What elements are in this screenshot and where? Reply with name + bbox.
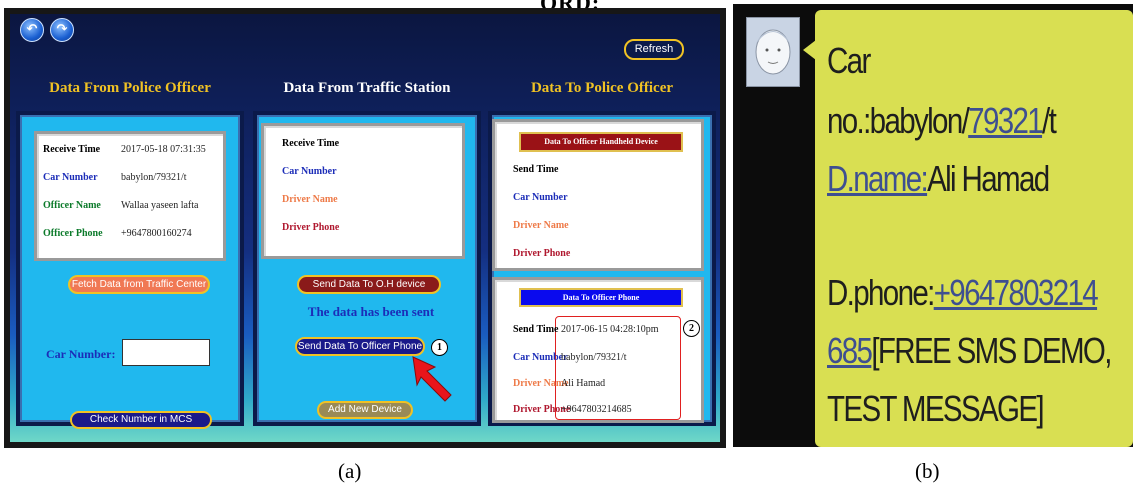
column-title-to-officer: Data To Police Officer bbox=[530, 80, 674, 96]
caption-b: (b) bbox=[915, 459, 940, 483]
officer-phone-header: Data To Officer Phone bbox=[519, 288, 683, 307]
car-number-label: Car Number: bbox=[46, 347, 116, 361]
sms-line-5: 685[FREE SMS DEMO, bbox=[827, 330, 1112, 372]
label-car-number: Car Number bbox=[513, 192, 568, 203]
traffic-station-column: Receive Time Car Number Driver Name Driv… bbox=[253, 111, 481, 426]
label-driver-name: Driver Name bbox=[282, 194, 338, 205]
value-car-number: babylon/79321/t bbox=[121, 172, 187, 183]
sms-link-phone-end[interactable]: 685 bbox=[827, 330, 873, 371]
sms-line-2: no.:babylon/79321/t bbox=[827, 100, 1057, 142]
value-car-number: babylon/79321/t bbox=[561, 352, 627, 363]
check-number-button[interactable]: Check Number in MCS bbox=[70, 411, 212, 429]
contact-avatar-icon bbox=[746, 17, 800, 87]
value-officer-phone: +9647800160274 bbox=[121, 228, 192, 239]
traffic-app-window: ↶ ↷ Refresh Data From Police Officer Dat… bbox=[10, 14, 720, 442]
sms-line-1: Car bbox=[827, 40, 871, 82]
value-driver-phone: +9647803214685 bbox=[561, 404, 632, 415]
label-car-number: Car Number bbox=[43, 172, 98, 183]
sms-text: /t bbox=[1042, 100, 1057, 141]
officer-phone-box: Data To Officer Phone 2 Send Time 2017-0… bbox=[492, 277, 704, 423]
label-car-number: Car Number bbox=[282, 166, 337, 177]
label-receive-time: Receive Time bbox=[282, 138, 340, 149]
column-title-station: Data From Traffic Station bbox=[283, 80, 451, 96]
sms-text: no.:babylon/ bbox=[827, 100, 970, 141]
panel-b-sms-screenshot: Car no.:babylon/79321/t D.name:Ali Hamad… bbox=[733, 4, 1133, 447]
handheld-box: Data To Officer Handheld Device Send Tim… bbox=[492, 119, 704, 271]
step-marker-1: 1 bbox=[431, 339, 448, 356]
label-driver-phone: Driver Phone bbox=[513, 248, 571, 259]
step-marker-2: 2 bbox=[683, 320, 700, 337]
caption-a: (a) bbox=[338, 459, 362, 483]
sms-text: [FREE SMS DEMO, bbox=[871, 330, 1112, 371]
fetch-data-button[interactable]: Fetch Data from Traffic Center bbox=[68, 275, 210, 294]
police-info-box: Receive Time 2017-05-18 07:31:35 Car Num… bbox=[34, 131, 226, 261]
value-send-time: 2017-06-15 04:28:10pm bbox=[561, 324, 659, 335]
send-to-oh-device-button[interactable]: Send Data To O.H device bbox=[297, 275, 441, 294]
label-driver-name: Driver Name bbox=[513, 220, 569, 231]
label-officer-phone: Officer Phone bbox=[43, 228, 103, 239]
sms-text: TEST MESSAGE] bbox=[827, 388, 1045, 429]
sms-text: Car bbox=[827, 40, 871, 81]
add-new-device-button[interactable]: Add New Device bbox=[317, 401, 413, 419]
redo-arrow-icon[interactable]: ↷ bbox=[50, 18, 74, 42]
sms-link-number[interactable]: 79321 bbox=[968, 100, 1044, 141]
sms-line-4: D.phone:+9647803214 bbox=[827, 272, 1099, 314]
value-officer-name: Wallaa yaseen lafta bbox=[121, 200, 199, 211]
red-arrow-icon bbox=[412, 356, 452, 402]
sms-line-3: D.name:Ali Hamad bbox=[827, 158, 1050, 200]
sms-line-6: TEST MESSAGE] bbox=[827, 388, 1045, 430]
label-driver-phone: Driver Phone bbox=[282, 222, 340, 233]
label-send-time: Send Time bbox=[513, 164, 559, 175]
column-title-police: Data From Police Officer bbox=[49, 80, 211, 96]
sms-text: D.phone: bbox=[827, 272, 935, 313]
to-police-officer-column: Data To Officer Handheld Device Send Tim… bbox=[488, 111, 716, 426]
undo-arrow-icon[interactable]: ↶ bbox=[20, 18, 44, 42]
label-receive-time: Receive Time bbox=[43, 144, 101, 155]
sms-link-phone[interactable]: +9647803214 bbox=[934, 272, 1099, 313]
data-sent-message: The data has been sent bbox=[307, 304, 435, 319]
panel-a-screenshot: ↶ ↷ Refresh Data From Police Officer Dat… bbox=[4, 8, 726, 448]
sms-text: Ali Hamad bbox=[927, 158, 1050, 199]
car-number-input[interactable] bbox=[122, 339, 210, 366]
police-officer-column: Receive Time 2017-05-18 07:31:35 Car Num… bbox=[16, 111, 244, 429]
sms-link-dname[interactable]: D.name: bbox=[827, 158, 929, 199]
value-driver-name: Ali Hamad bbox=[561, 378, 606, 389]
refresh-button[interactable]: Refresh bbox=[624, 39, 684, 60]
label-send-time: Send Time bbox=[513, 324, 559, 335]
handheld-header: Data To Officer Handheld Device bbox=[519, 132, 683, 152]
label-officer-name: Officer Name bbox=[43, 200, 101, 211]
send-to-officer-phone-button[interactable]: Send Data To Officer Phone bbox=[295, 337, 425, 356]
value-receive-time: 2017-05-18 07:31:35 bbox=[121, 144, 206, 155]
station-info-box: Receive Time Car Number Driver Name Driv… bbox=[261, 123, 465, 259]
label-car-number: Car Number bbox=[513, 352, 568, 363]
